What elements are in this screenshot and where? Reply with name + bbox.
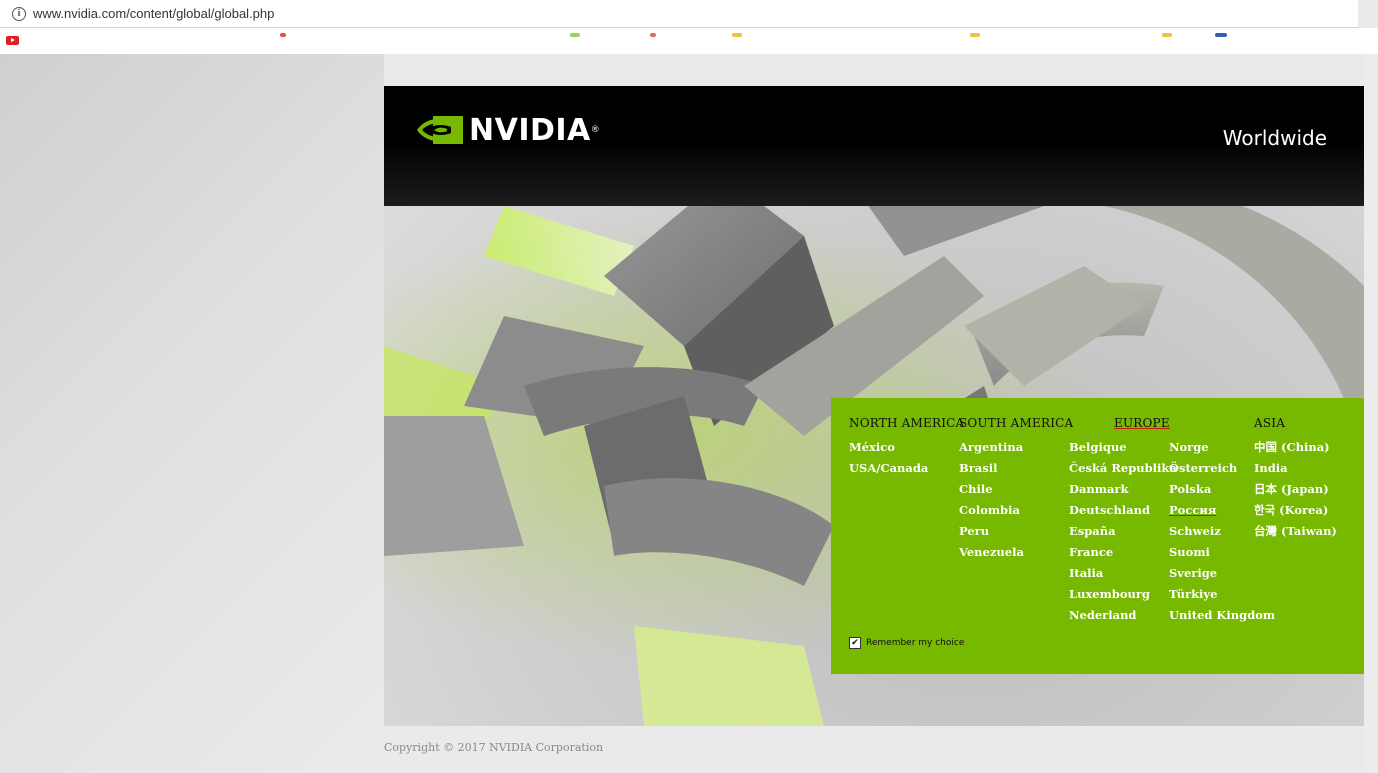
- region-south-america: SOUTH AMERICA: [959, 416, 1073, 430]
- country-link-suomi[interactable]: Suomi: [1169, 542, 1275, 563]
- region-asia: ASIA: [1254, 416, 1285, 430]
- bookmarks-bar: [0, 28, 1378, 54]
- region-title: EUROPE: [1114, 416, 1170, 430]
- country-link-chile[interactable]: Chile: [959, 479, 1024, 500]
- country-link-united-kingdom[interactable]: United Kingdom: [1169, 605, 1275, 626]
- bookmark-favicon[interactable]: [570, 33, 580, 37]
- asia-list: 中国 (China) India 日本 (Japan) 한국 (Korea) 台…: [1254, 437, 1337, 542]
- country-link-france[interactable]: France: [1069, 542, 1177, 563]
- region-title: ASIA: [1254, 416, 1286, 430]
- registered-mark: ®: [590, 125, 600, 135]
- nvidia-eye-icon: [417, 116, 463, 144]
- south-america-list: Argentina Brasil Chile Colombia Peru Ven…: [959, 437, 1024, 563]
- bookmark-favicon[interactable]: [970, 33, 980, 37]
- country-link-luxembourg[interactable]: Luxembourg: [1069, 584, 1177, 605]
- country-link-ceska-republika[interactable]: Česká Republika: [1069, 458, 1177, 479]
- country-link-china[interactable]: 中国 (China): [1254, 437, 1337, 458]
- youtube-icon[interactable]: [6, 36, 19, 45]
- site-header: NVIDIA ® Worldwide: [384, 86, 1364, 206]
- country-link-danmark[interactable]: Danmark: [1069, 479, 1177, 500]
- bookmark-favicon[interactable]: [650, 33, 656, 37]
- url-text[interactable]: www.nvidia.com/content/global/global.php: [33, 6, 274, 21]
- country-link-deutschland[interactable]: Deutschland: [1069, 500, 1177, 521]
- address-bar[interactable]: i www.nvidia.com/content/global/global.p…: [0, 0, 1358, 28]
- remember-label: Remember my choice: [866, 638, 965, 648]
- country-link-brasil[interactable]: Brasil: [959, 458, 1024, 479]
- remember-checkbox[interactable]: ✔: [849, 637, 861, 649]
- country-link-india[interactable]: India: [1254, 458, 1337, 479]
- info-icon[interactable]: i: [12, 6, 26, 21]
- country-link-turkiye[interactable]: Türkiye: [1169, 584, 1275, 605]
- country-link-italia[interactable]: Italia: [1069, 563, 1177, 584]
- page-background: [0, 54, 384, 773]
- scrollbar-track[interactable]: [1364, 54, 1378, 773]
- country-link-sverige[interactable]: Sverige: [1169, 563, 1275, 584]
- country-link-colombia[interactable]: Colombia: [959, 500, 1024, 521]
- country-link-espana[interactable]: España: [1069, 521, 1177, 542]
- region-europe: EUROPE: [1114, 416, 1170, 430]
- bookmark-favicon[interactable]: [732, 33, 742, 37]
- page-title: Worldwide: [1222, 126, 1327, 150]
- hero-stage: NVIDIA ® Worldwide NORTH AMERICA México …: [384, 86, 1364, 726]
- country-link-peru[interactable]: Peru: [959, 521, 1024, 542]
- north-america-list: México USA/Canada: [849, 437, 928, 479]
- country-link-venezuela[interactable]: Venezuela: [959, 542, 1024, 563]
- country-link-belgique[interactable]: Belgique: [1069, 437, 1177, 458]
- logo-wordmark: NVIDIA: [469, 112, 591, 148]
- region-north-america: NORTH AMERICA: [849, 416, 964, 430]
- country-link-korea[interactable]: 한국 (Korea): [1254, 500, 1337, 521]
- bookmark-favicon[interactable]: [280, 33, 286, 37]
- remember-choice[interactable]: ✔ Remember my choice: [849, 637, 964, 649]
- country-selector-panel: NORTH AMERICA México USA/Canada SOUTH AM…: [831, 398, 1364, 674]
- bookmark-favicon[interactable]: [1215, 33, 1227, 37]
- country-link-argentina[interactable]: Argentina: [959, 437, 1024, 458]
- country-link-japan[interactable]: 日本 (Japan): [1254, 479, 1337, 500]
- country-link-taiwan[interactable]: 台灣 (Taiwan): [1254, 521, 1337, 542]
- region-title: NORTH AMERICA: [849, 416, 965, 430]
- country-link-mexico[interactable]: México: [849, 437, 928, 458]
- bookmark-favicon[interactable]: [1162, 33, 1172, 37]
- europe-list-1: Belgique Česká Republika Danmark Deutsch…: [1069, 437, 1177, 626]
- nvidia-logo[interactable]: NVIDIA ®: [415, 112, 600, 148]
- copyright-text: Copyright © 2017 NVIDIA Corporation: [384, 741, 604, 754]
- country-link-nederland[interactable]: Nederland: [1069, 605, 1177, 626]
- country-link-usa-canada[interactable]: USA/Canada: [849, 458, 928, 479]
- region-title: SOUTH AMERICA: [959, 416, 1074, 430]
